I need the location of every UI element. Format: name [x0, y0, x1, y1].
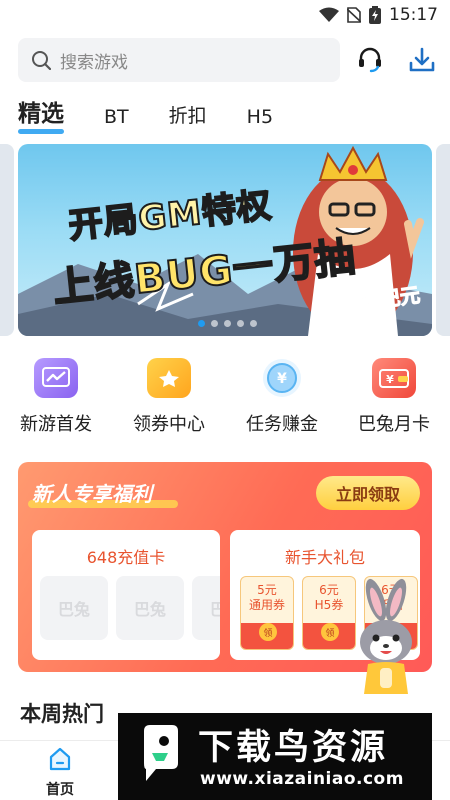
status-icons: 15:17	[319, 5, 438, 25]
battery-charging-icon	[369, 6, 381, 24]
quick-entry-coupon-center[interactable]: 领券中心	[114, 358, 224, 436]
nav-label: 首页	[46, 782, 74, 798]
rabbit-mascot-icon[interactable]	[350, 578, 422, 702]
wifi-icon	[319, 7, 339, 22]
banner-pagination	[198, 320, 257, 327]
banner-dot[interactable]	[211, 320, 218, 327]
coupon-general[interactable]: 5元 通用券 领	[240, 576, 294, 650]
coupon-h5[interactable]: 6元 H5券 领	[302, 576, 356, 650]
status-time: 15:17	[389, 5, 438, 25]
brand-tile: 巴兔	[40, 576, 108, 640]
tab-featured[interactable]: 精选	[18, 94, 64, 136]
yen-coin-icon: ¥	[260, 358, 304, 398]
coupon-amount: 5元	[257, 583, 277, 597]
site-watermark: 下载鸟资源 www.xiazainiao.com	[118, 713, 432, 800]
quick-entry-row: 新游首发 领券中心 ¥ 任务赚金 ¥ 巴兔月卡	[0, 358, 450, 442]
banner-dot[interactable]	[250, 320, 257, 327]
customer-service-button[interactable]	[352, 42, 388, 78]
watermark-url: www.xiazainiao.com	[200, 769, 404, 789]
coupon-desc: H5券	[314, 598, 344, 612]
coupon-amount: 6元	[319, 583, 339, 597]
quick-entry-task-earn[interactable]: ¥ 任务赚金	[227, 358, 337, 436]
welfare-title: 新人专享福利	[32, 482, 152, 506]
brand-tile: 巴兔	[192, 576, 220, 640]
wallet-card-icon: ¥	[372, 358, 416, 398]
tab-bt[interactable]: BT	[104, 106, 129, 136]
coupon-seal: 领	[259, 623, 277, 641]
status-bar: 15:17	[0, 0, 450, 32]
quick-entry-label: 巴兔月卡	[358, 414, 430, 435]
tab-discount[interactable]: 折扣	[169, 101, 207, 136]
quick-entry-monthly-card[interactable]: ¥ 巴兔月卡	[339, 358, 449, 436]
download-manager-button[interactable]	[404, 42, 440, 78]
quick-entry-new-games[interactable]: 新游首发	[1, 358, 111, 436]
star-ticket-icon	[147, 358, 191, 398]
headset-icon	[359, 47, 381, 73]
banner-next-peek[interactable]	[436, 144, 450, 336]
nav-home[interactable]: 首页	[15, 745, 105, 799]
search-icon	[30, 49, 52, 71]
home-icon	[46, 745, 74, 773]
banner-dot[interactable]	[198, 320, 205, 327]
search-input[interactable]: 搜索游戏	[18, 38, 340, 82]
banner-dot[interactable]	[237, 320, 244, 327]
banner-dot[interactable]	[224, 320, 231, 327]
claim-now-button[interactable]: 立即领取	[316, 476, 420, 510]
search-placeholder: 搜索游戏	[60, 52, 128, 73]
download-icon	[409, 47, 435, 72]
tab-h5[interactable]: H5	[247, 106, 273, 136]
svg-text:¥: ¥	[386, 373, 394, 386]
quick-entry-label: 新游首发	[20, 414, 92, 435]
bird-logo-icon	[144, 725, 178, 781]
section-title-weekly-hot: 本周热门	[20, 702, 104, 726]
coupon-desc: 通用券	[248, 598, 285, 612]
category-tabs: 精选 BT 折扣 H5	[18, 96, 313, 136]
quick-entry-label: 任务赚金	[246, 414, 318, 435]
no-sim-icon	[347, 7, 361, 23]
banner-prev-peek[interactable]	[0, 144, 14, 336]
svg-text:¥: ¥	[277, 371, 287, 387]
gift-pack-title: 新手大礼包	[284, 548, 365, 567]
recharge-card-title: 648充值卡	[86, 548, 166, 567]
trend-chart-icon	[34, 358, 78, 398]
coupon-seal: 领	[321, 623, 339, 641]
quick-entry-label: 领券中心	[133, 414, 205, 435]
banner-carousel[interactable]: 开局GM特权 上线BUG一万抽 漫蚪纪元	[18, 144, 432, 336]
watermark-title: 下载鸟资源	[198, 728, 389, 768]
recharge-card-panel[interactable]: 648充值卡 巴兔 巴兔 巴兔	[32, 530, 220, 660]
brand-tile: 巴兔	[116, 576, 184, 640]
